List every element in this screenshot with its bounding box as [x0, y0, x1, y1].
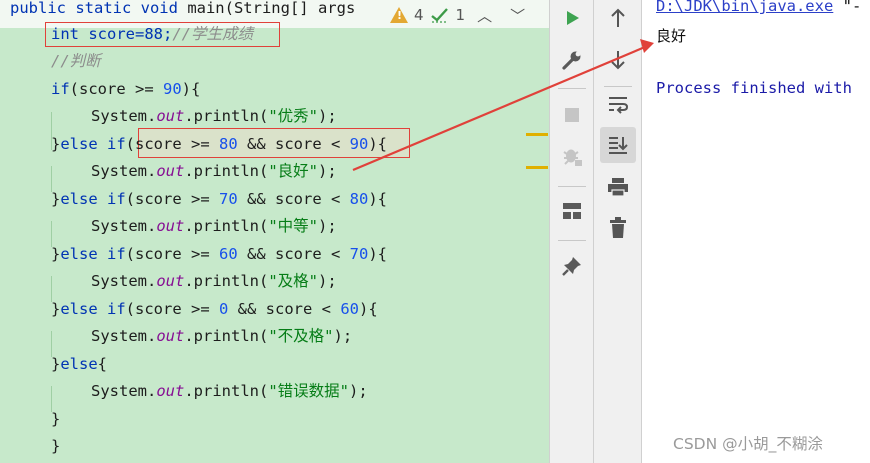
watermark: CSDN @小胡_不糊涂: [673, 435, 823, 453]
annotation-arrow: [352, 39, 654, 172]
